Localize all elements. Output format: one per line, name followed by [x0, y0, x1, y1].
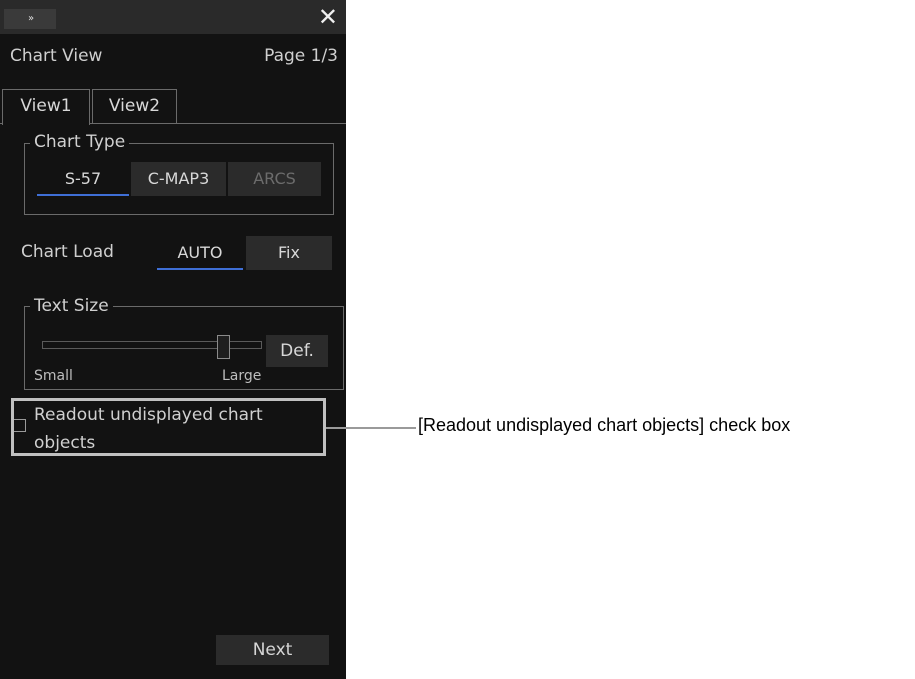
chart-type-s57-button[interactable]: S-57 — [37, 162, 129, 196]
chart-type-cmap3-button[interactable]: C-MAP3 — [131, 162, 226, 196]
close-icon: ✕ — [317, 3, 338, 31]
chart-load-auto-button[interactable]: AUTO — [157, 236, 243, 270]
chart-view-panel: » ✕ Chart View Page 1/3 View1 View2 Char… — [0, 0, 346, 679]
tab-view2[interactable]: View2 — [92, 89, 177, 123]
text-size-slider-thumb[interactable] — [217, 335, 230, 359]
text-size-legend: Text Size — [30, 296, 113, 316]
panel-title: Chart View — [10, 46, 103, 66]
chart-load-label: Chart Load — [21, 242, 114, 262]
callout-highlight-frame — [11, 398, 326, 456]
text-size-max-label: Large — [222, 368, 262, 384]
next-button[interactable]: Next — [216, 635, 329, 665]
tab-view1[interactable]: View1 — [2, 89, 90, 125]
chart-type-legend: Chart Type — [30, 132, 130, 152]
text-size-default-button[interactable]: Def. — [266, 335, 328, 367]
callout-label: [Readout undisplayed chart objects] chec… — [418, 415, 791, 435]
chart-load-fix-button[interactable]: Fix — [246, 236, 332, 270]
callout-leader-line — [326, 427, 416, 429]
title-bar: » ✕ — [0, 0, 346, 34]
double-chevron-right-icon: » — [27, 13, 34, 24]
page-indicator: Page 1/3 — [264, 46, 338, 66]
close-button[interactable]: ✕ — [318, 3, 338, 31]
expand-button[interactable]: » — [4, 9, 56, 29]
text-size-min-label: Small — [34, 368, 73, 384]
chart-type-arcs-button[interactable]: ARCS — [228, 162, 321, 196]
